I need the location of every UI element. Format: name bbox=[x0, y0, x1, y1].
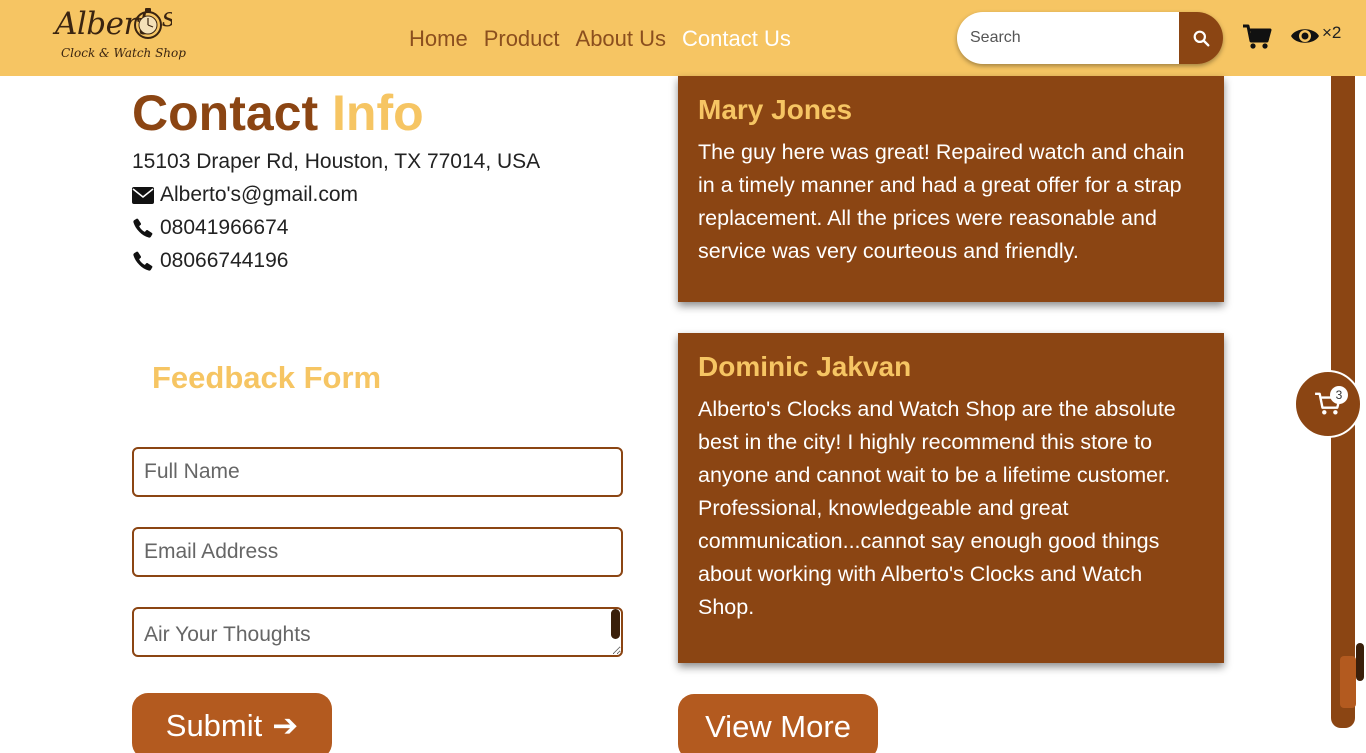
textarea-scrollbar[interactable] bbox=[611, 609, 620, 639]
page-scrollbar[interactable] bbox=[1356, 643, 1364, 681]
search-button[interactable] bbox=[1179, 12, 1223, 64]
logo-subtitle: Clock & Watch Shop bbox=[61, 46, 186, 60]
top-header: Albert s Clock & Watch Shop Home Product… bbox=[0, 0, 1366, 76]
envelope-icon bbox=[132, 186, 154, 204]
email-address-field[interactable] bbox=[132, 527, 623, 577]
arrow-right-icon: ➔ bbox=[272, 708, 299, 743]
email-text: Alberto's@gmail.com bbox=[160, 183, 359, 206]
watchlist-button[interactable]: ×2 bbox=[1290, 23, 1342, 48]
contact-title-accent: Info bbox=[332, 85, 424, 141]
search-bar bbox=[957, 12, 1223, 64]
nav-about-us[interactable]: About Us bbox=[576, 26, 667, 52]
cart-icon bbox=[1243, 24, 1272, 49]
phone-line-1: 08041966674 bbox=[132, 216, 288, 240]
phone-line-2: 08066744196 bbox=[132, 249, 288, 273]
cart-button[interactable] bbox=[1242, 24, 1272, 55]
phone-text-2: 08066744196 bbox=[160, 249, 289, 272]
review-text: Alberto's Clocks and Watch Shop are the … bbox=[698, 397, 1176, 619]
floating-cart-button[interactable]: 3 bbox=[1294, 370, 1362, 438]
watchlist-count: ×2 bbox=[1322, 23, 1342, 42]
review-text: The guy here was great! Repaired watch a… bbox=[698, 140, 1185, 263]
site-logo[interactable]: Albert s Clock & Watch Shop bbox=[52, 4, 197, 68]
thoughts-textarea[interactable] bbox=[132, 607, 623, 657]
nav-home[interactable]: Home bbox=[409, 26, 468, 52]
phone-icon bbox=[133, 251, 153, 271]
eye-icon bbox=[1291, 29, 1319, 43]
phone-icon bbox=[133, 218, 153, 238]
address-line: 15103 Draper Rd, Houston, TX 77014, USA bbox=[132, 150, 540, 174]
svg-text:s: s bbox=[162, 6, 172, 33]
reviewer-name: Mary Jones bbox=[698, 94, 853, 125]
phone-text-1: 08041966674 bbox=[160, 216, 289, 239]
view-more-label: View More bbox=[705, 709, 851, 744]
nav-contact-us[interactable]: Contact Us bbox=[682, 26, 791, 52]
address-text: 15103 Draper Rd, Houston, TX 77014, USA bbox=[132, 150, 541, 173]
search-input[interactable] bbox=[957, 12, 1179, 64]
email-line: Alberto's@gmail.com bbox=[132, 183, 358, 207]
review-card: Dominic Jakvan Alberto's Clocks and Watc… bbox=[678, 333, 1224, 663]
reviewer-name: Dominic Jakvan bbox=[698, 351, 912, 382]
main-nav: Home Product About Us Contact Us bbox=[409, 26, 791, 52]
cart-count-badge: 3 bbox=[1330, 386, 1348, 404]
review-card: Mary Jones The guy here was great! Repai… bbox=[678, 76, 1224, 302]
submit-label: Submit bbox=[165, 708, 263, 743]
contact-info-title: Contact Info bbox=[132, 84, 424, 142]
full-name-field[interactable] bbox=[132, 447, 623, 497]
feedback-form-title: Feedback Form bbox=[152, 360, 382, 395]
nav-product[interactable]: Product bbox=[484, 26, 560, 52]
search-icon bbox=[1193, 30, 1209, 46]
pocket-watch-logo-icon: s bbox=[134, 6, 172, 39]
submit-button[interactable]: Submit ➔ bbox=[132, 693, 332, 753]
side-panel-tab[interactable] bbox=[1340, 656, 1356, 708]
contact-title-main: Contact bbox=[132, 85, 319, 141]
view-more-button[interactable]: View More bbox=[678, 694, 878, 753]
